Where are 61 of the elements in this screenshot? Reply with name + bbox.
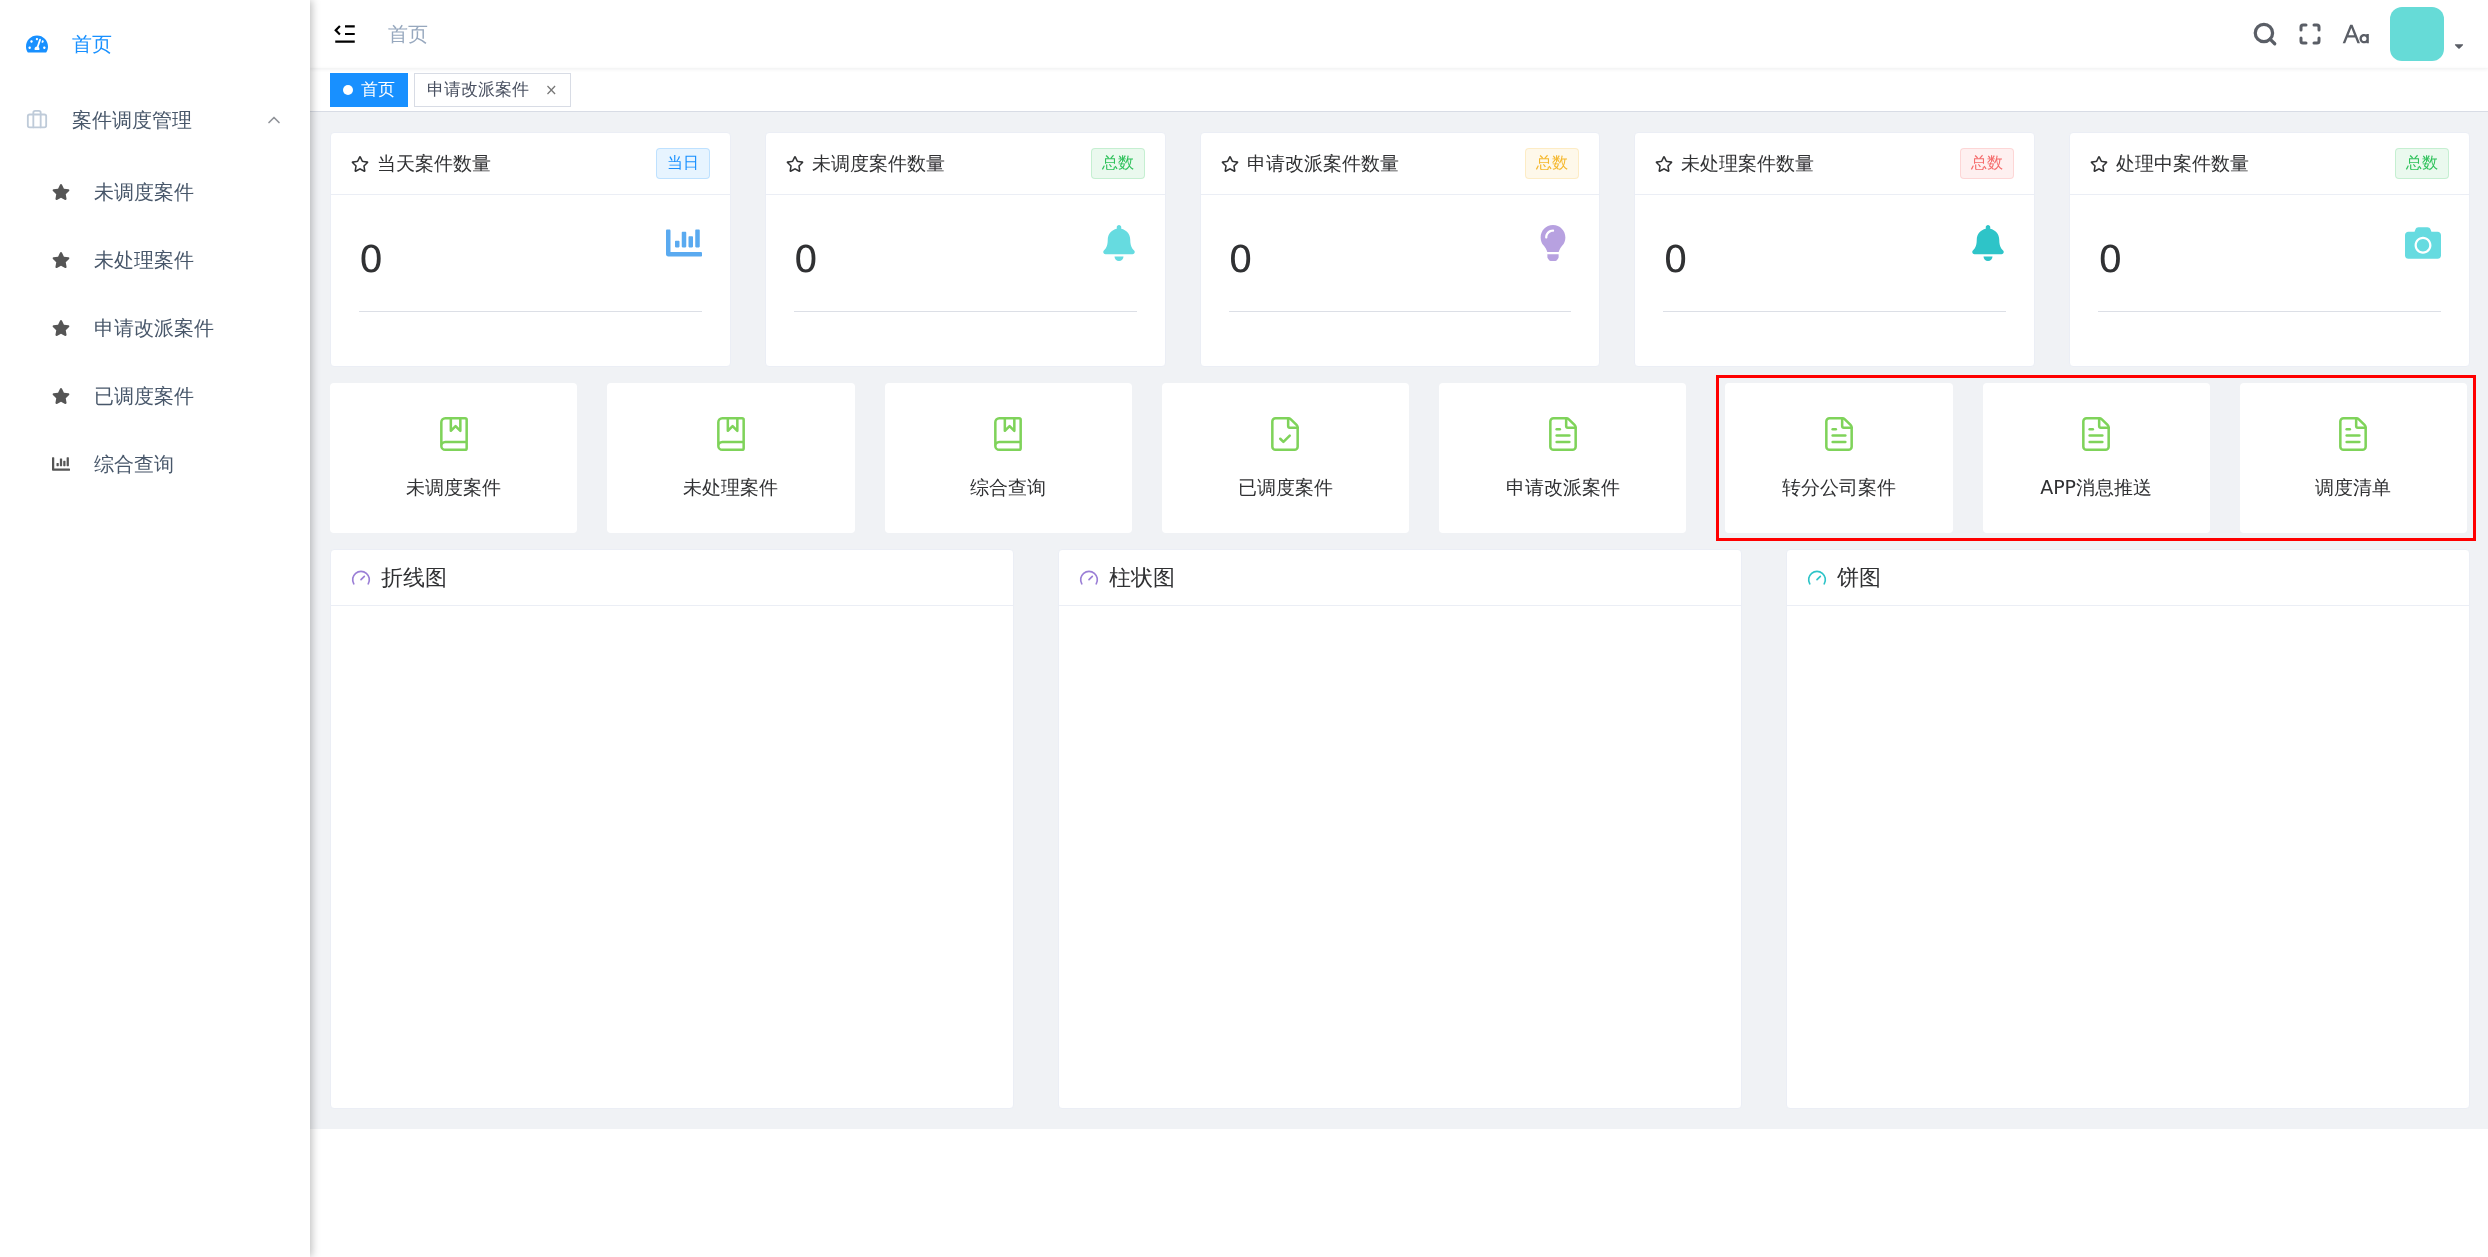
card-title: 申请改派案件数量 <box>1246 150 1400 176</box>
briefcase-icon <box>26 109 48 131</box>
panel-title: 饼图 <box>1837 563 1881 592</box>
shortcut-card[interactable]: 转分公司案件 <box>1725 383 1953 533</box>
tab[interactable]: 申请改派案件 × <box>414 72 571 107</box>
sidebar-item[interactable]: 已调度案件 <box>0 362 310 430</box>
card-title: 未调度案件数量 <box>811 150 946 176</box>
star-outline-icon <box>2090 154 2109 173</box>
tag: 总数 <box>2395 148 2449 179</box>
search-icon[interactable] <box>2252 21 2278 47</box>
shortcut-card[interactable]: 综合查询 <box>884 383 1132 533</box>
card-title: 未处理案件数量 <box>1681 150 1816 176</box>
tag: 总数 <box>1090 148 1145 179</box>
star-icon <box>52 319 70 337</box>
stat-value: 0 <box>359 237 384 281</box>
shortcut-label: 已调度案件 <box>1237 475 1333 500</box>
bar-chart-icon <box>52 455 70 473</box>
shortcut-label: 转分公司案件 <box>1781 475 1896 500</box>
stat-value: 0 <box>2098 237 2123 281</box>
star-outline-icon <box>1655 154 1674 173</box>
dot-icon <box>343 84 353 95</box>
shortcut-label: 未处理案件 <box>683 475 779 500</box>
bell-icon <box>1100 225 1137 261</box>
shortcut-card[interactable]: APP消息推送 <box>1982 383 2210 533</box>
star-outline-icon <box>351 154 369 173</box>
tag: 总数 <box>1960 148 2015 179</box>
sidebar-item[interactable]: 申请改派案件 <box>0 294 310 362</box>
shortcut-card[interactable]: 申请改派案件 <box>1439 383 1687 533</box>
close-icon[interactable]: × <box>545 80 558 99</box>
star-icon <box>52 183 70 201</box>
tag: 总数 <box>1525 148 1580 179</box>
shortcut-card[interactable]: 未调度案件 <box>330 383 578 533</box>
shortcut-label: 调度清单 <box>2315 475 2392 500</box>
shortcut-label: 未调度案件 <box>406 475 502 500</box>
stat-value: 0 <box>1228 237 1253 281</box>
sidebar-item[interactable]: 未调度案件 <box>0 158 310 226</box>
breadcrumb: 首页 <box>388 20 429 48</box>
star-outline-icon <box>1220 154 1239 173</box>
bell-icon <box>1970 225 2007 261</box>
star-icon <box>52 387 70 405</box>
sidebar-item[interactable]: 未处理案件 <box>0 226 310 294</box>
sidebar-item[interactable]: 综合查询 <box>0 430 310 498</box>
shortcut-card[interactable]: 未处理案件 <box>607 383 855 533</box>
shortcut-label: 综合查询 <box>970 475 1047 500</box>
dashboard-icon <box>26 33 48 55</box>
fullscreen-icon[interactable] <box>2298 22 2322 46</box>
sidebar-item[interactable]: 案件调度管理 <box>0 82 310 158</box>
panel-title: 柱状图 <box>1109 563 1175 592</box>
shortcut-label: 申请改派案件 <box>1505 475 1620 500</box>
star-outline-icon <box>785 154 804 173</box>
camera-icon <box>2405 225 2441 261</box>
star-icon <box>52 251 70 269</box>
tag: 当日 <box>655 148 710 179</box>
card-title: 处理中案件数量 <box>2116 150 2251 176</box>
stat-value: 0 <box>793 237 818 281</box>
stat-value: 0 <box>1663 237 1688 281</box>
panel-title: 折线图 <box>381 563 447 592</box>
card-title: 当天案件数量 <box>377 150 492 176</box>
shortcut-card[interactable]: 已调度案件 <box>1161 383 1409 533</box>
shortcut-label: APP消息推送 <box>2040 475 2153 500</box>
shortcut-card[interactable]: 调度清单 <box>2239 383 2467 533</box>
